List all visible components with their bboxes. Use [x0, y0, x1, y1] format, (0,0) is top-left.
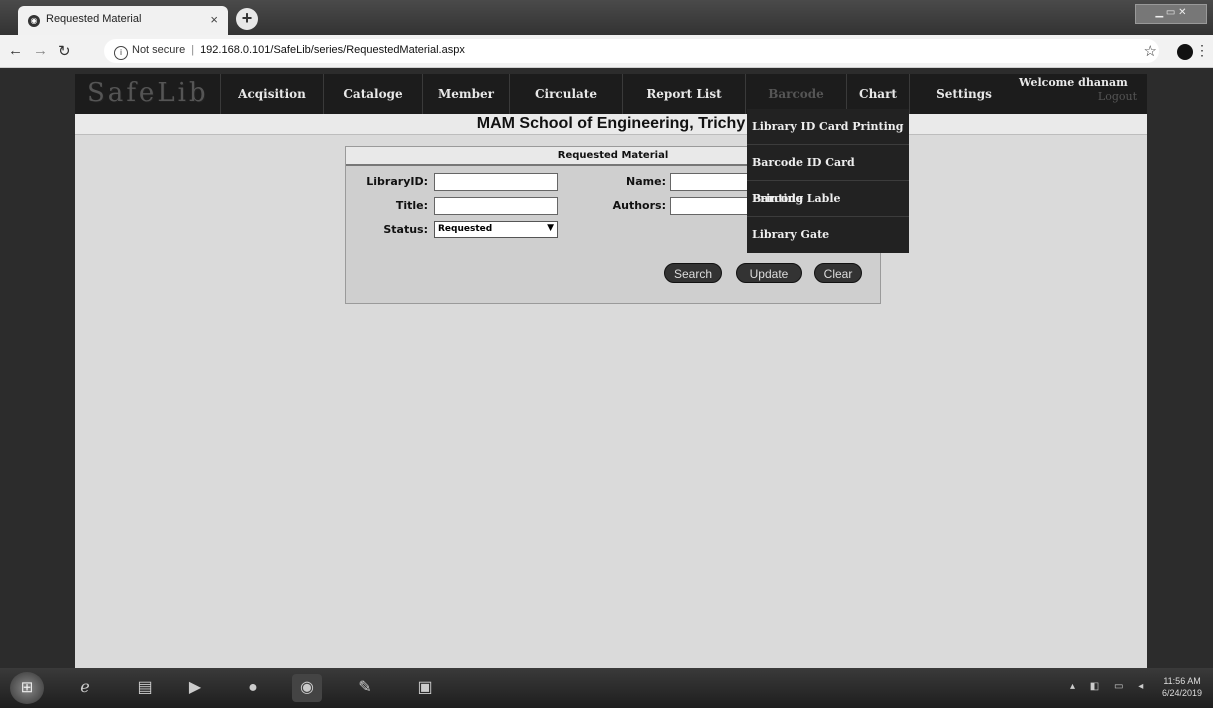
file-explorer-icon[interactable]: ▤	[130, 674, 160, 702]
browser-toolbar: ← → ↻ i Not secure | 192.168.0.101/SafeLib/…	[0, 35, 1213, 68]
info-icon[interactable]: i	[114, 46, 128, 60]
ie-browser-icon[interactable]: ℯ	[70, 674, 100, 702]
clock-time: 11:56 AM	[1163, 676, 1201, 686]
barcode-dropdown-menu: Library ID Card Printing Barcode ID Card…	[747, 109, 909, 253]
page-favicon-icon: ◉	[28, 15, 40, 27]
browser-tab[interactable]: ◉ Requested Material ×	[18, 6, 228, 35]
app-logo[interactable]: SafeLib	[87, 78, 209, 108]
status-label: Status:	[383, 223, 428, 236]
window-controls[interactable]: ▁ ▭ ✕	[1135, 4, 1207, 24]
bookmark-star-icon[interactable]: ☆	[1144, 42, 1157, 60]
web-page: SafeLib Acqisition Cataloge Member Circu…	[0, 68, 1213, 668]
app-window-icon[interactable]: ▣	[410, 674, 440, 702]
logout-link[interactable]: Logout	[1019, 90, 1147, 104]
tab-close-icon[interactable]: ×	[210, 12, 218, 27]
title-label: Title:	[395, 199, 428, 212]
nav-catalogue[interactable]: Cataloge	[323, 74, 422, 114]
school-name: MAM School of Engineering, Trichy	[476, 115, 746, 132]
library-id-input[interactable]	[434, 173, 558, 191]
main-content: MAM School of Engineering, Trichy Reques…	[75, 114, 1147, 668]
start-button[interactable]: ⊞	[10, 672, 44, 704]
url-text: 192.168.0.101/SafeLib/series/RequestedMa…	[200, 44, 465, 56]
profile-avatar[interactable]	[1177, 44, 1193, 60]
nav-settings[interactable]: Settings	[909, 74, 1018, 114]
address-separator: |	[191, 44, 195, 56]
new-tab-button[interactable]: +	[236, 8, 258, 30]
authors-label: Authors:	[612, 199, 666, 212]
status-selected-value: Requested	[438, 224, 493, 234]
system-tray-icons[interactable]: ▴ ◧ ▭ ◂	[1070, 681, 1149, 692]
browser-tab-strip: ◉ Requested Material × + ▁ ▭ ✕	[0, 0, 1213, 35]
search-button[interactable]: Search	[664, 263, 722, 283]
back-arrow-icon[interactable]: ←	[8, 42, 23, 59]
heading-band: MAM School of Engineering, Trichy	[75, 114, 1147, 135]
menu-item-barcode-lable[interactable]: Barcode Lable	[747, 181, 909, 217]
menu-item-library-id-card-printing[interactable]: Library ID Card Printing	[747, 109, 909, 145]
media-player-icon[interactable]: ▶	[180, 674, 210, 702]
welcome-text: Welcome dhanam	[1019, 76, 1128, 89]
menu-item-library-gate[interactable]: Library Gate	[747, 217, 909, 253]
update-button[interactable]: Update	[736, 263, 802, 283]
welcome-block: Welcome dhanam Logout	[1019, 76, 1147, 104]
taskbar-clock[interactable]: 11:56 AM 6/24/2019	[1162, 675, 1202, 699]
nav-report-list[interactable]: Report List	[622, 74, 745, 114]
status-select[interactable]: Requested ▼	[434, 221, 558, 238]
app-navbar: SafeLib Acqisition Cataloge Member Circu…	[75, 74, 1147, 114]
nav-chart[interactable]: Chart	[846, 74, 909, 114]
chrome-icon[interactable]: ◉	[292, 674, 322, 702]
reload-icon[interactable]: ↻	[58, 42, 71, 60]
paint-icon[interactable]: ✎	[350, 674, 380, 702]
library-id-label: LibraryID:	[366, 175, 428, 188]
title-input[interactable]	[434, 197, 558, 215]
dropdown-arrow-icon: ▼	[547, 223, 554, 233]
security-label: Not secure	[132, 44, 186, 56]
name-label: Name:	[626, 175, 666, 188]
address-bar[interactable]: i Not secure | 192.168.0.101/SafeLib/series…	[104, 39, 1159, 63]
nav-acquisition[interactable]: Acqisition	[220, 74, 323, 114]
tab-title: Requested Material	[46, 13, 142, 25]
clear-button[interactable]: Clear	[814, 263, 862, 283]
forward-arrow-icon[interactable]: →	[33, 42, 48, 59]
os-taskbar: ⊞ ℯ ▤ ▶ ● ◉ ✎ ▣ ▴ ◧ ▭ ◂ 11:56 AM 6/24/20…	[0, 668, 1213, 708]
firefox-icon[interactable]: ●	[238, 674, 268, 702]
menu-item-barcode-id-card-printing[interactable]: Barcode ID Card Printing	[747, 145, 909, 205]
nav-barcode[interactable]: Barcode	[745, 74, 846, 114]
nav-member[interactable]: Member	[422, 74, 509, 114]
nav-circulate[interactable]: Circulate	[509, 74, 622, 114]
menu-kebab-icon[interactable]: ⋮	[1195, 42, 1209, 59]
clock-date: 6/24/2019	[1162, 688, 1203, 698]
